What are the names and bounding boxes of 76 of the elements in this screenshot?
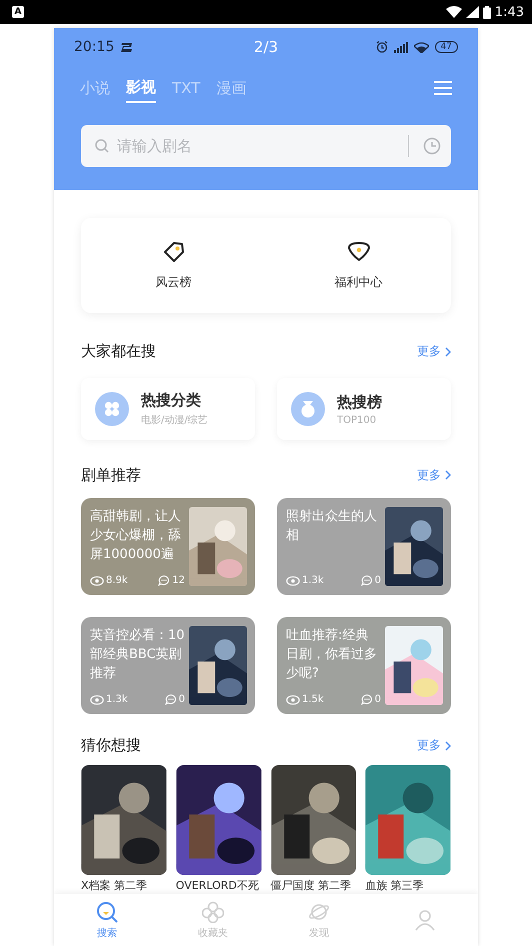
medal-icon — [291, 392, 325, 426]
show-title[interactable]: OVERLORD不死 — [176, 878, 262, 893]
clock-time: 1:43 — [494, 4, 524, 20]
playlist-card[interactable]: 照射出众生的人相 1.3k 0 — [277, 498, 451, 595]
hot-card[interactable]: 热搜分类 电影/动漫/综艺 — [81, 378, 255, 440]
section-title: 大家都在搜 — [81, 342, 156, 361]
clover-icon — [95, 392, 129, 426]
view-count: 1.5k — [302, 694, 324, 705]
hot-card-subtitle: 电影/动漫/综艺 — [141, 414, 208, 427]
shortcut-button[interactable]: 福利中心 — [266, 218, 451, 313]
view-count: 1.3k — [106, 694, 128, 705]
tag-icon — [162, 240, 186, 264]
chevron-icon — [445, 346, 451, 356]
search-field[interactable]: 请输入剧名 — [115, 136, 402, 156]
category-tab[interactable]: 漫画 — [216, 74, 246, 102]
wifi-icon — [414, 42, 429, 52]
hot-card-title: 热搜榜 — [337, 392, 382, 412]
playlist-card[interactable]: 吐血推荐:经典日剧，你看过多少呢? 1.5k 0 — [277, 617, 451, 714]
hot-card[interactable]: 热搜榜 TOP100 — [277, 378, 451, 440]
playlist-title: 英音控必看：10部经典BBC英剧推荐 — [90, 627, 185, 683]
comment-count: 0 — [178, 694, 185, 705]
search-icon — [95, 139, 109, 153]
comment-count: 12 — [172, 575, 185, 586]
category-tab[interactable]: 小说 — [80, 74, 110, 102]
search-icon — [96, 900, 118, 922]
more-link[interactable]: 更多 — [417, 466, 451, 484]
signal-icon — [466, 6, 479, 18]
nav-tab[interactable]: 搜索 — [54, 894, 160, 946]
comment-icon — [158, 575, 170, 586]
show-title[interactable]: 僵尸国度 第二季 — [270, 878, 356, 893]
sim-icon — [120, 42, 134, 52]
hot-card-title: 热搜分类 — [141, 391, 202, 410]
section-title: 剧单推荐 — [81, 466, 141, 484]
menu-icon[interactable] — [434, 81, 452, 95]
wifi-icon — [446, 6, 462, 18]
view-count: 8.9k — [106, 575, 128, 586]
alarm-icon — [376, 41, 388, 53]
battery-indicator: 47 — [434, 41, 458, 53]
notification-badge: A — [12, 6, 24, 18]
page-counter: 2/3 — [254, 38, 278, 56]
eye-icon — [286, 576, 300, 586]
comment-icon — [360, 575, 373, 586]
comment-icon — [360, 694, 373, 705]
battery-icon — [482, 6, 491, 18]
chevron-icon — [445, 740, 451, 750]
more-link[interactable]: 更多 — [417, 737, 451, 754]
section-title: 猜你想搜 — [81, 736, 141, 755]
more-link[interactable]: 更多 — [417, 343, 451, 360]
comment-icon — [164, 694, 177, 705]
comment-count: 0 — [374, 694, 381, 705]
category-tab[interactable]: TXT — [172, 75, 200, 101]
status-time: 20:15 — [74, 39, 114, 55]
show-title[interactable]: 血族 第三季 — [365, 878, 451, 893]
shield-icon — [346, 240, 370, 264]
signal-icon — [394, 42, 408, 52]
playlist-card[interactable]: 英音控必看：10部经典BBC英剧推荐 1.3k 0 — [81, 617, 255, 714]
playlist-title: 高甜韩剧，让人少女心爆棚，舔屏1000000遍 — [90, 508, 182, 564]
person-icon — [414, 909, 436, 931]
hot-card-subtitle: TOP100 — [337, 414, 378, 426]
nav-tab[interactable]: 收藏夹 — [160, 894, 266, 946]
view-count: 1.3k — [302, 575, 324, 586]
search-field[interactable]: 请输入剧名 — [81, 125, 451, 167]
shortcut-button[interactable]: 风云榜 — [81, 218, 266, 313]
category-tab[interactable]: 影视 — [126, 74, 156, 102]
eye-icon — [90, 694, 104, 704]
playlist-title: 吐血推荐:经典日剧，你看过多少呢? — [286, 627, 378, 683]
comment-count: 0 — [374, 575, 381, 586]
history-icon[interactable] — [423, 137, 441, 155]
eye-icon — [90, 576, 104, 586]
playlist-title: 照射出众生的人相 — [286, 508, 378, 545]
chevron-icon — [445, 470, 451, 480]
show-title[interactable]: X档案 第二季 — [81, 878, 167, 893]
playlist-card[interactable]: 高甜韩剧，让人少女心爆棚，舔屏1000000遍 8.9k 12 — [81, 498, 255, 595]
eye-icon — [286, 694, 300, 704]
flower-icon — [202, 900, 224, 922]
nav-tab[interactable]: 发现 — [266, 894, 372, 946]
